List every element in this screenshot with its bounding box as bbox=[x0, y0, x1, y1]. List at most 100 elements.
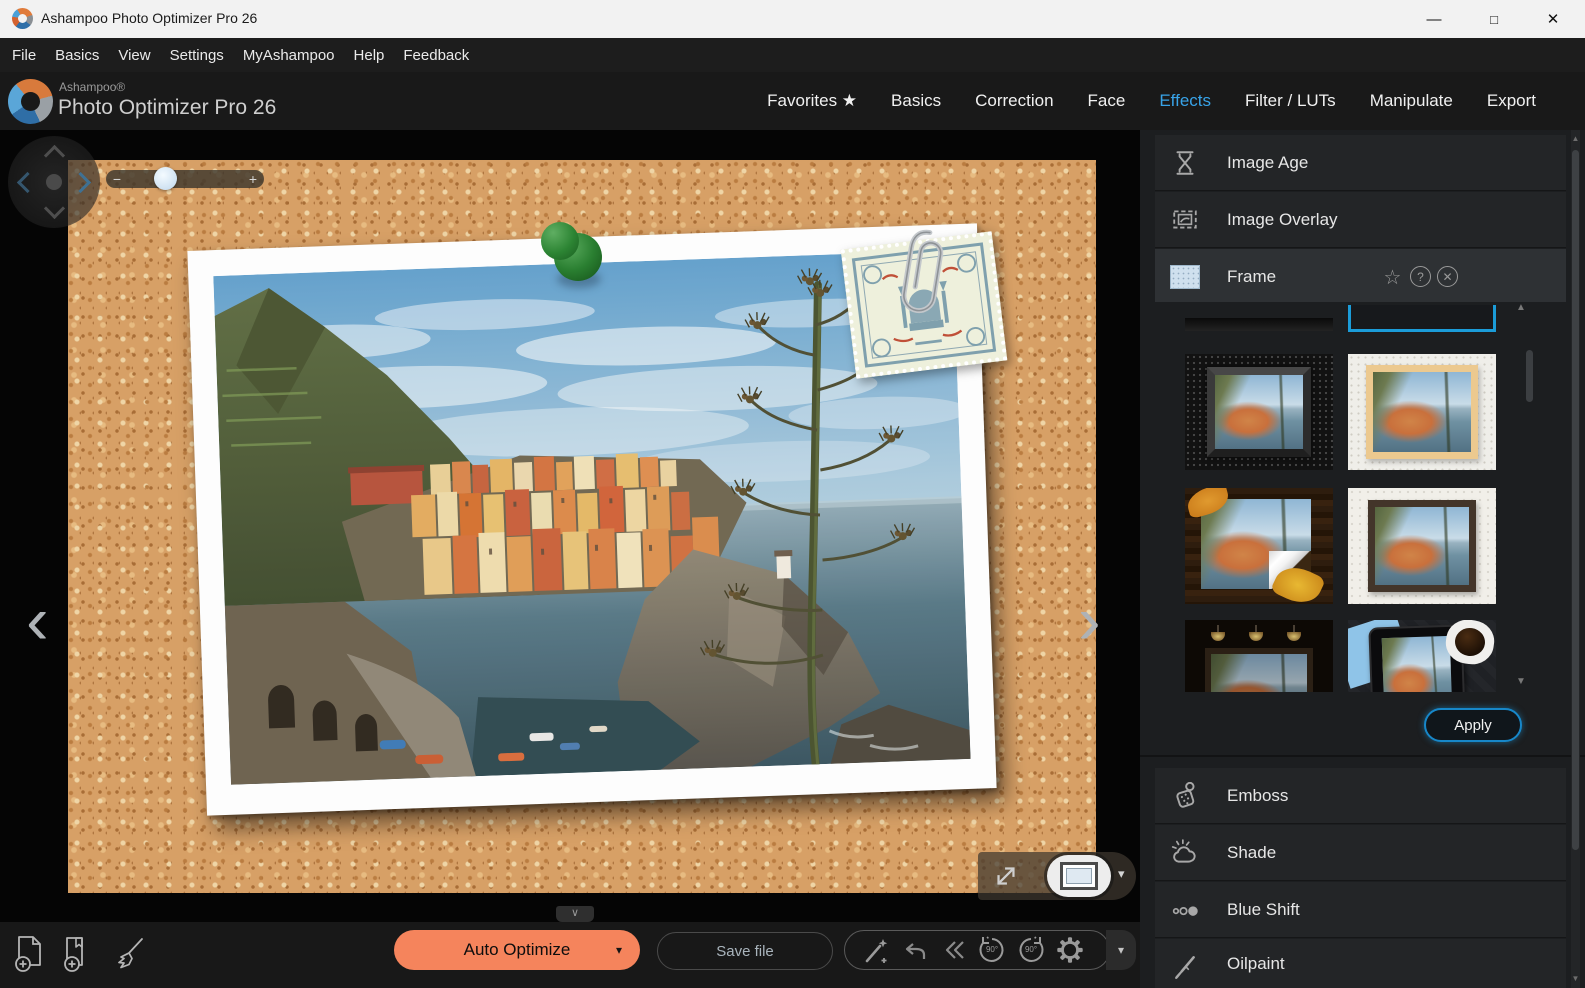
effect-item-oilpaint[interactable]: Oilpaint bbox=[1155, 939, 1566, 988]
frame-thumbnail-picture-lights[interactable] bbox=[1185, 620, 1333, 692]
settings-gear-icon[interactable] bbox=[1053, 933, 1087, 967]
effect-label: Blue Shift bbox=[1227, 900, 1300, 920]
frame-thumbnail-dark-wood-mat[interactable] bbox=[1348, 488, 1496, 604]
previous-image-button[interactable]: ‹ bbox=[26, 590, 49, 650]
pan-up-icon[interactable] bbox=[44, 145, 65, 166]
auto-optimize-button[interactable]: Auto Optimize ▾ bbox=[394, 930, 640, 970]
tab-filter-luts[interactable]: Filter / LUTs bbox=[1245, 91, 1336, 111]
thumbnails-scrollbar[interactable] bbox=[1526, 350, 1533, 402]
close-button[interactable]: ✕ bbox=[1530, 0, 1576, 38]
quick-tools-group: 90° 90° bbox=[844, 930, 1110, 970]
effect-label: Image Overlay bbox=[1227, 210, 1338, 230]
view-mode-dropdown-icon[interactable]: ▾ bbox=[1118, 866, 1125, 882]
menu-myashampoo[interactable]: MyAshampoo bbox=[243, 47, 335, 64]
hourglass-icon bbox=[1168, 146, 1202, 180]
panel-scroll-down-icon[interactable]: ▼ bbox=[1571, 974, 1580, 983]
menu-basics[interactable]: Basics bbox=[55, 47, 99, 64]
panel-scrollbar[interactable]: ▲ ▼ bbox=[1571, 130, 1580, 988]
ashampoo-logo-icon bbox=[8, 79, 53, 124]
image-overlay-icon bbox=[1168, 203, 1202, 237]
frame-thumbnail-autumn-curl[interactable] bbox=[1185, 488, 1333, 604]
tab-effects[interactable]: Effects bbox=[1159, 91, 1211, 111]
apply-button[interactable]: Apply bbox=[1424, 708, 1522, 742]
view-mode-button[interactable] bbox=[1047, 855, 1111, 897]
view-controls: ▾ bbox=[978, 852, 1136, 900]
frame-thumbnail-tablet-coffee[interactable] bbox=[1348, 620, 1496, 692]
shade-icon bbox=[1168, 836, 1202, 870]
tab-basics[interactable]: Basics bbox=[891, 91, 941, 111]
tab-correction[interactable]: Correction bbox=[975, 91, 1053, 111]
header: Ashampoo® Photo Optimizer Pro 26 Favorit… bbox=[0, 72, 1585, 130]
frame-preview-icon bbox=[1060, 862, 1098, 890]
effect-item-image-age[interactable]: Image Age bbox=[1155, 135, 1566, 191]
filmstrip-collapse-button[interactable]: ∨ bbox=[556, 906, 594, 922]
minimize-button[interactable]: — bbox=[1411, 0, 1457, 38]
zoom-out-icon[interactable]: − bbox=[108, 170, 126, 188]
thumbnails-scroll-up-icon[interactable]: ▲ bbox=[1516, 302, 1526, 313]
add-image-button[interactable] bbox=[10, 932, 50, 976]
product-name: Photo Optimizer Pro 26 bbox=[58, 96, 276, 120]
menu-help[interactable]: Help bbox=[354, 47, 385, 64]
help-icon[interactable]: ? bbox=[1410, 266, 1431, 287]
zoom-slider[interactable]: − + bbox=[106, 170, 264, 188]
thumbnails-scroll-down-icon[interactable]: ▼ bbox=[1516, 676, 1526, 687]
bottom-toolbar: Auto Optimize ▾ Save file 90° 90° bbox=[0, 922, 1140, 988]
effects-panel: Image Age Image Overlay Frame ☆ ? ✕ bbox=[1140, 130, 1585, 988]
next-image-button[interactable]: › bbox=[1078, 590, 1101, 650]
effect-item-blue-shift[interactable]: Blue Shift bbox=[1155, 882, 1566, 938]
picture-light-icon bbox=[1211, 632, 1225, 641]
add-images-from-folder-button[interactable] bbox=[59, 932, 99, 976]
effect-item-shade[interactable]: Shade bbox=[1155, 825, 1566, 881]
picture-light-icon bbox=[1287, 632, 1301, 641]
menu-view[interactable]: View bbox=[118, 47, 150, 64]
frame-row-actions: ☆ ? ✕ bbox=[1381, 266, 1458, 289]
pan-right-icon[interactable] bbox=[70, 172, 91, 193]
rotate-left-icon[interactable]: 90° bbox=[975, 933, 1009, 967]
brand-name: Ashampoo® bbox=[59, 80, 125, 94]
remove-effect-icon[interactable]: ✕ bbox=[1437, 266, 1458, 287]
panel-scroll-up-icon[interactable]: ▲ bbox=[1571, 134, 1580, 143]
frame-thumbnail-corkboard-selected[interactable] bbox=[1348, 305, 1496, 332]
zoom-in-icon[interactable]: + bbox=[244, 170, 262, 188]
frame-thumbnail-cream-wood[interactable] bbox=[1348, 354, 1496, 470]
pan-down-icon[interactable] bbox=[44, 198, 65, 219]
frame-thumbnail-black-gallery[interactable] bbox=[1185, 354, 1333, 470]
menu-settings[interactable]: Settings bbox=[170, 47, 224, 64]
maximize-button[interactable]: □ bbox=[1471, 0, 1517, 38]
panel-scrollbar-thumb[interactable] bbox=[1572, 150, 1579, 850]
effect-item-emboss[interactable]: Emboss bbox=[1155, 768, 1566, 824]
frame-thumbnail-partial[interactable] bbox=[1185, 318, 1333, 331]
tab-manipulate[interactable]: Manipulate bbox=[1370, 91, 1453, 111]
pan-center-dot[interactable] bbox=[46, 174, 62, 190]
tab-favorites[interactable]: Favorites ★ bbox=[767, 91, 857, 111]
magic-wand-icon[interactable] bbox=[858, 933, 892, 967]
pan-control[interactable] bbox=[8, 136, 100, 228]
picture-light-icon bbox=[1249, 632, 1263, 641]
effect-item-image-overlay[interactable]: Image Overlay bbox=[1155, 192, 1566, 248]
auto-optimize-dropdown-icon[interactable]: ▾ bbox=[616, 943, 622, 957]
zoom-slider-handle[interactable] bbox=[154, 167, 177, 190]
menu-feedback[interactable]: Feedback bbox=[403, 47, 469, 64]
effect-item-frame[interactable]: Frame ☆ ? ✕ bbox=[1155, 249, 1566, 305]
rotate-right-icon[interactable]: 90° bbox=[1014, 933, 1048, 967]
effect-label: Image Age bbox=[1227, 153, 1308, 173]
effect-label: Oilpaint bbox=[1227, 954, 1285, 974]
frame-styles-list: ▲ ▼ bbox=[1140, 302, 1585, 692]
clear-list-broom-button[interactable] bbox=[108, 932, 148, 976]
pan-left-icon[interactable] bbox=[17, 172, 38, 193]
quick-tools-dropdown-icon[interactable]: ▾ bbox=[1106, 930, 1136, 970]
tab-export[interactable]: Export bbox=[1487, 91, 1536, 111]
menu-file[interactable]: File bbox=[12, 47, 36, 64]
tab-face[interactable]: Face bbox=[1088, 91, 1126, 111]
favorite-star-icon[interactable]: ☆ bbox=[1381, 266, 1404, 289]
undo-icon[interactable] bbox=[897, 933, 931, 967]
save-file-button[interactable]: Save file bbox=[657, 932, 833, 970]
auto-optimize-label: Auto Optimize bbox=[464, 940, 571, 960]
title-bar: Ashampoo Photo Optimizer Pro 26 — □ ✕ bbox=[0, 0, 1585, 38]
undo-all-icon[interactable] bbox=[936, 933, 970, 967]
fit-to-screen-icon[interactable] bbox=[992, 862, 1020, 890]
rotate-right-degree-label: 90° bbox=[1014, 945, 1048, 954]
blue-shift-icon bbox=[1168, 893, 1202, 927]
corkboard-frame-preview bbox=[68, 160, 1096, 893]
green-push-pin bbox=[541, 218, 611, 296]
